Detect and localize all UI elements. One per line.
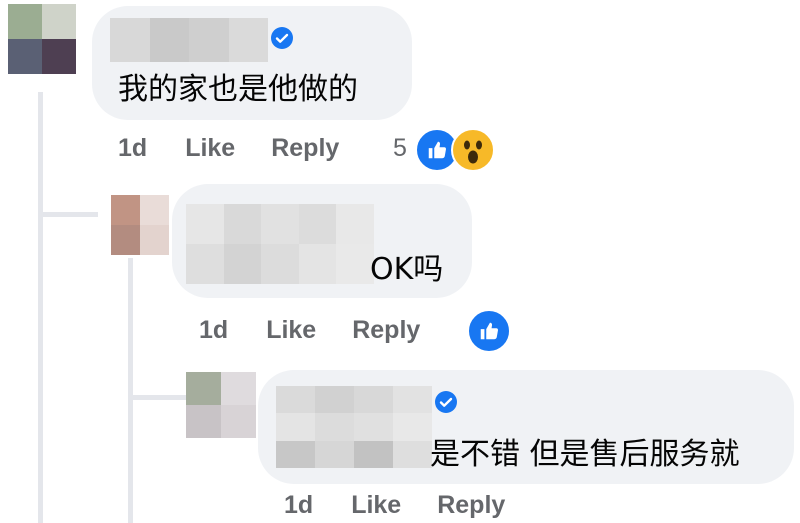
thread-line-branch-2 (128, 395, 186, 400)
avatar[interactable] (111, 195, 169, 255)
reaction-count[interactable]: 5 (393, 134, 407, 163)
author-name-redacted[interactable] (186, 204, 374, 284)
reply-button[interactable]: Reply (437, 491, 505, 520)
verified-badge-icon (435, 391, 457, 413)
comment-actions: 1d Like Reply (284, 491, 505, 520)
comment-bubble: 是不错 但是售后服务就 (258, 370, 794, 484)
timestamp-link[interactable]: 1d (199, 316, 228, 345)
thread-line-branch-1 (38, 212, 98, 217)
like-button[interactable]: Like (351, 491, 401, 520)
like-button[interactable]: Like (185, 134, 235, 163)
author-name-redacted[interactable] (276, 386, 432, 468)
timestamp-link[interactable]: 1d (118, 134, 147, 163)
like-reaction-icon[interactable] (467, 309, 511, 353)
thread-line-reply (128, 258, 133, 523)
comment-bubble: 我的家也是他做的 (92, 6, 412, 120)
reply-button[interactable]: Reply (352, 316, 420, 345)
wow-reaction-icon[interactable] (451, 128, 495, 172)
timestamp-link[interactable]: 1d (284, 491, 313, 520)
avatar[interactable] (186, 372, 256, 438)
comment-bubble: OK吗 (172, 184, 472, 298)
reply-button[interactable]: Reply (271, 134, 339, 163)
thread-line-main (38, 92, 43, 523)
author-name-redacted[interactable] (110, 18, 268, 62)
comment-actions: 1d Like Reply (118, 134, 339, 163)
comment-text: OK吗 (370, 252, 444, 287)
comment-text: 我的家也是他做的 (118, 72, 358, 107)
verified-badge-icon (271, 27, 293, 49)
comment-text: 是不错 但是售后服务就 (430, 437, 740, 472)
like-button[interactable]: Like (266, 316, 316, 345)
comment-actions: 1d Like Reply (199, 316, 420, 345)
avatar[interactable] (8, 4, 76, 74)
